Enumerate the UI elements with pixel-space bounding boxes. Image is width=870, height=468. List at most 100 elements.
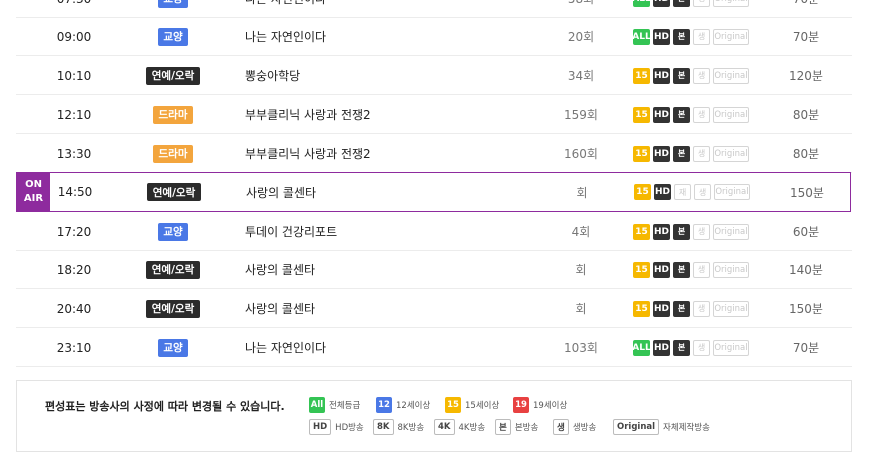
hd-icon: HD [653,106,670,123]
program-flags: 15 HD 본 생 Original [633,135,783,172]
program-flags: 15 HD 본 생 Original [633,57,783,94]
schedule-row[interactable]: 13:30 드라마 부부클리닉 사랑과 전쟁2 160회 15 HD 본 생 Original 8… [16,135,852,173]
age-rating-icon: 15 [634,184,651,200]
program-title[interactable]: 나는 자연인이다 [245,18,545,55]
live-icon: 생 [693,145,710,162]
program-time: 09:00 [56,29,92,44]
live-icon: 생 [693,261,710,278]
program-time: 12:10 [56,107,92,122]
program-duration: 150분 [790,185,824,200]
program-time: 23:10 [56,340,92,355]
live-icon: 생 [694,184,711,200]
program-flags: 15 HD 본 생 Original [633,96,783,133]
age-rating-icon: ALL [632,0,651,7]
broadcast-type-icon: 본 [673,67,690,84]
original-icon: Original [713,339,749,356]
hd-icon: HD [653,339,670,356]
episode-number: 20회 [567,30,595,44]
original-icon: Original [713,145,749,162]
onair-badge: ON AIR [17,173,50,211]
program-time: 14:50 [57,185,93,199]
episode-number: 103회 [564,341,598,355]
broadcast-type-icon: 본 [673,223,690,240]
broadcast-type-icon: 본 [673,300,690,317]
genre-badge: 드라마 [153,105,193,124]
schedule-row[interactable]: 23:10 교양 나는 자연인이다 103회 ALL HD 본 생 Original 70분 [16,329,852,367]
live-icon: 생 [693,0,710,7]
original-icon: Original [713,0,749,7]
hd-icon: HD [653,261,670,278]
program-duration: 70분 [786,0,826,17]
original-icon: Original [714,184,750,200]
program-flags: ALLHD본생Original [632,329,783,366]
episode-number: 159회 [564,108,598,122]
broadcast-type-icon: 본 [673,261,690,278]
program-duration: 80분 [792,108,820,122]
age-rating-icon: 15 [633,300,650,317]
schedule-row[interactable]: 07:30교양나는 자연인이다58회ALLHD본생Original70분 [16,0,852,18]
legend-rating-all: All 전체등급 [309,397,360,413]
genre-badge: 연예/오락 [146,260,200,279]
age-rating-icon: ALL [632,339,651,356]
broadcast-type-icon: 본 [673,106,690,123]
live-icon: 생 [693,67,710,84]
schedule-row-onair[interactable]: ON AIR 14:50 연예/오락 사랑의 콜센타 회 15 HD 재 생 Original 150… [16,172,851,212]
age-rating-icon: 15 [633,223,650,240]
live-icon: 생 [693,339,710,356]
legend-type-original: Original 자체제작방송 [613,419,710,435]
program-title[interactable]: 사랑의 콜센타 [245,290,545,327]
genre-badge: 연예/오락 [146,299,200,318]
program-title[interactable]: 나는 자연인이다 [245,0,545,17]
program-title[interactable]: 투데이 건강리포트 [245,213,545,250]
program-title[interactable]: 사랑의 콜센타 [245,251,545,288]
schedule-row[interactable]: 12:10 드라마 부부클리닉 사랑과 전쟁2 159회 15 HD 본 생 Original 8… [16,96,852,134]
program-title[interactable]: 부부클리닉 사랑과 전쟁2 [245,135,545,172]
4k-icon: 4K [434,419,455,435]
original-icon: Original [613,419,660,435]
age-rating-icon: 15 [633,261,650,278]
original-icon: Original [713,261,749,278]
live-icon: 생 [693,28,710,45]
legend-type-4k: 4K 4K방송 [434,419,485,435]
genre-badge: 교양 [158,338,188,357]
hd-icon: HD [653,300,670,317]
broadcast-type-icon: 본 [673,28,690,45]
program-time: 10:10 [56,68,92,83]
original-icon: Original [713,223,749,240]
episode-number: 회 [576,185,588,200]
program-flags: ALLHD본생Original [632,18,783,55]
program-title[interactable]: 부부클리닉 사랑과 전쟁2 [245,96,545,133]
program-title[interactable]: 나는 자연인이다 [245,329,545,366]
schedule-row[interactable]: 18:20 연예/오락 사랑의 콜센타 회 15 HD 본 생 Original 140분 [16,251,852,289]
hd-icon: HD [653,223,670,240]
hd-icon: HD [654,184,671,200]
hd-icon: HD [653,67,670,84]
broadcast-type-icon: 본 [673,339,690,356]
schedule-notice: 편성표는 방송사의 사정에 따라 변경될 수 있습니다. [45,400,285,413]
genre-badge: 연예/오락 [146,66,200,85]
schedule-row[interactable]: 10:10 연예/오락 뽕숭아학당 34회 15 HD 본 생 Original 120분 [16,57,852,95]
rating-all-icon: All [309,397,325,413]
schedule-row[interactable]: 20:40 연예/오락 사랑의 콜센타 회 15 HD 본 생 Original 150분 [16,290,852,328]
program-duration: 70분 [792,30,820,44]
legend-type-8k: 8K 8K방송 [373,419,424,435]
rating-15-icon: 15 [445,397,461,413]
schedule-row[interactable]: 17:20 교양 투데이 건강리포트 4회 15 HD 본 생 Original 60분 [16,213,852,251]
rating-19-icon: 19 [513,397,529,413]
schedule-row[interactable]: 09:00 교양 나는 자연인이다 20회 ALL HD 본 생 Original 70분 [16,18,852,56]
program-title[interactable]: 사랑의 콜센타 [246,173,546,211]
program-time: 13:30 [56,146,92,161]
legend-rating-12: 12 12세이상 [376,397,430,413]
legend-rating-19: 19 19세이상 [513,397,567,413]
program-title[interactable]: 뽕숭아학당 [245,57,545,94]
program-time: 18:20 [56,262,92,277]
hd-icon: HD [653,28,670,45]
program-duration: 70분 [792,341,820,355]
program-duration: 60분 [792,225,820,239]
live-icon: 생 [553,419,569,435]
age-rating-icon: 15 [633,67,650,84]
legend-type-hd: HD HD방송 [309,419,364,435]
legend-type-bon: 본 본방송 [495,419,538,435]
episode-number: 58회 [546,0,616,17]
genre-badge: 교양 [158,222,188,241]
